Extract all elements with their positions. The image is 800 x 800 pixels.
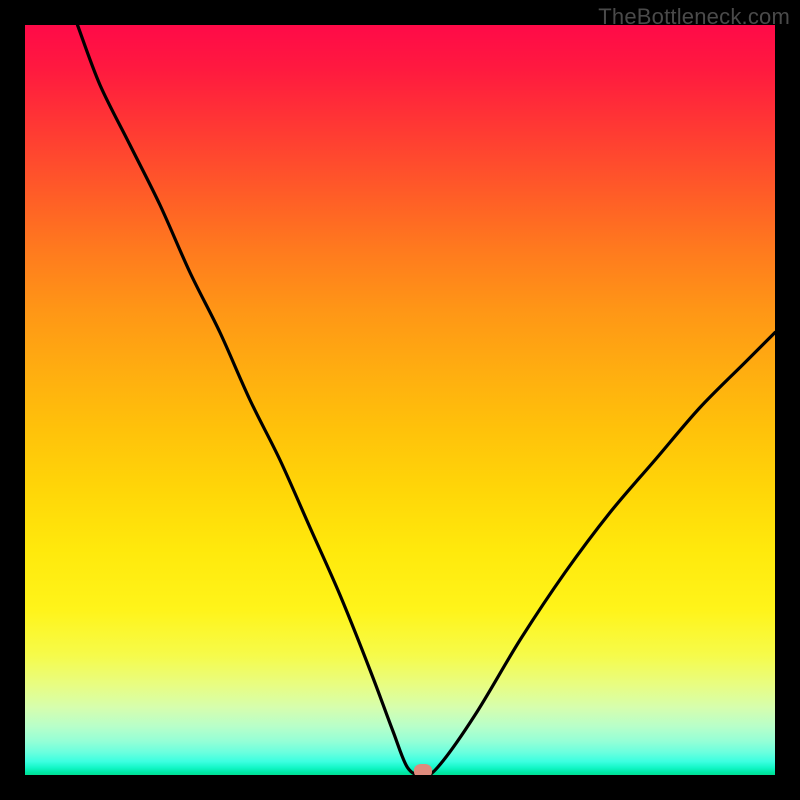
plot-area bbox=[25, 25, 775, 775]
optimal-marker bbox=[414, 764, 432, 775]
watermark-text: TheBottleneck.com bbox=[598, 4, 790, 30]
chart-frame: TheBottleneck.com bbox=[0, 0, 800, 800]
bottleneck-curve bbox=[25, 25, 775, 775]
